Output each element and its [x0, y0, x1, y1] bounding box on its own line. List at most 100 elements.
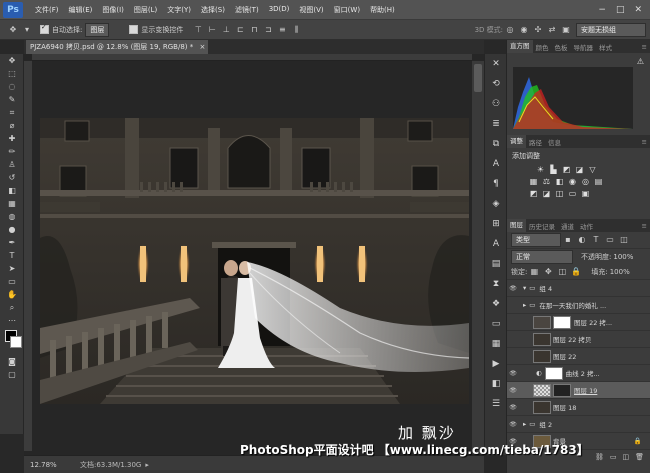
- menu-item-7[interactable]: 3D(D): [264, 5, 295, 15]
- background-color[interactable]: [10, 336, 22, 348]
- posterize-icon[interactable]: ◪: [540, 189, 553, 198]
- dropdown-icon[interactable]: ▾: [22, 25, 32, 35]
- move-tool-icon[interactable]: ✥: [8, 25, 18, 35]
- lasso-tool-icon[interactable]: ◌: [0, 80, 24, 93]
- document-tab[interactable]: PJZA6940 拷贝.psd @ 12.8% (图层 19, RGB/8) *…: [26, 40, 208, 54]
- layers-tab-0[interactable]: 图层: [507, 219, 526, 232]
- libraries-icon[interactable]: ❖: [485, 294, 507, 314]
- lock-position-icon[interactable]: ✥: [543, 267, 553, 277]
- layer-thumbnail[interactable]: [533, 315, 551, 329]
- swatches-icon[interactable]: ▦: [485, 334, 507, 354]
- layers-tab-2[interactable]: 通道: [558, 221, 577, 231]
- layer-mask-thumbnail[interactable]: [553, 315, 571, 329]
- crop-tool-icon[interactable]: ⌗: [0, 106, 24, 119]
- layer-row[interactable]: 👁 ◐ 曲线 2 拷...: [507, 365, 650, 382]
- align-middle-icon[interactable]: ⊢: [207, 25, 217, 35]
- distribute-icon[interactable]: ≡: [277, 25, 287, 35]
- align-top-icon[interactable]: ⊤: [193, 25, 203, 35]
- color-lookup-icon[interactable]: ▤: [592, 177, 605, 186]
- layer-mask-thumbnail[interactable]: [553, 383, 571, 397]
- group-chevron-icon[interactable]: ▸: [523, 301, 526, 309]
- group-chevron-icon[interactable]: ▸: [523, 420, 526, 428]
- vertical-scrollbar[interactable]: [472, 61, 484, 454]
- clone-source-icon[interactable]: ⚇: [485, 94, 507, 114]
- new-group-icon[interactable]: ▭: [610, 453, 617, 461]
- channel-mixer-icon[interactable]: ◎: [579, 177, 592, 186]
- paragraph-icon[interactable]: ¶: [485, 174, 507, 194]
- lock-artboard-icon[interactable]: ◫: [557, 267, 567, 277]
- adjust-tab-1[interactable]: 路径: [526, 137, 545, 147]
- vibrance-icon[interactable]: ▽: [586, 165, 599, 174]
- properties-icon[interactable]: ▤: [485, 254, 507, 274]
- adjust-tab-0[interactable]: 调整: [507, 135, 526, 148]
- measurement-icon[interactable]: ⊞: [485, 214, 507, 234]
- eyedropper-tool-icon[interactable]: ⌀: [0, 119, 24, 132]
- histogram-tab-1[interactable]: 颜色: [533, 42, 552, 52]
- menu-item-2[interactable]: 图像(I): [97, 5, 129, 15]
- layer-thumbnail[interactable]: [533, 383, 551, 397]
- filter-type-icon[interactable]: T: [591, 235, 601, 245]
- shape-tool-icon[interactable]: ▭: [0, 275, 24, 288]
- eraser-tool-icon[interactable]: ◧: [0, 184, 24, 197]
- layer-filter-dropdown[interactable]: 类型: [511, 233, 561, 247]
- menu-item-9[interactable]: 窗口(W): [329, 5, 365, 15]
- layers-tab-1[interactable]: 历史记录: [526, 221, 558, 231]
- document-close-icon[interactable]: ×: [200, 43, 206, 51]
- timeline-icon[interactable]: ⧗: [485, 274, 507, 294]
- brush-settings-icon[interactable]: ≣: [485, 114, 507, 134]
- blend-mode-dropdown[interactable]: 正常: [511, 249, 573, 264]
- hand-tool-icon[interactable]: ✋: [0, 288, 24, 301]
- path-select-tool-icon[interactable]: ➤: [0, 262, 24, 275]
- warning-icon[interactable]: ⚠: [637, 57, 644, 66]
- clone-stamp-tool-icon[interactable]: ♙: [0, 158, 24, 171]
- align-center-icon[interactable]: ⊓: [249, 25, 259, 35]
- adjust-menu-icon[interactable]: ≡: [639, 138, 650, 146]
- delete-layer-icon[interactable]: 🗑: [635, 453, 644, 461]
- fill-value[interactable]: 100%: [610, 268, 630, 276]
- marquee-tool-icon[interactable]: ⬚: [0, 67, 24, 80]
- menu-item-8[interactable]: 视图(V): [294, 5, 328, 15]
- quick-select-tool-icon[interactable]: ✎: [0, 93, 24, 106]
- lock-pixels-icon[interactable]: ▦: [529, 267, 539, 277]
- opacity-value[interactable]: 100%: [613, 253, 633, 261]
- histogram-menu-icon[interactable]: ≡: [639, 43, 650, 51]
- photo-filter-icon[interactable]: ◉: [566, 177, 579, 186]
- menu-item-1[interactable]: 编辑(E): [64, 5, 98, 15]
- paths-icon[interactable]: ☰: [485, 394, 507, 414]
- quick-mask-icon[interactable]: ◙: [0, 355, 24, 368]
- eye-icon[interactable]: 👁: [507, 387, 519, 394]
- layer-thumbnail[interactable]: [533, 349, 551, 363]
- layer-thumbnail[interactable]: [533, 400, 551, 414]
- document-size[interactable]: 文档:63.3M/1.30G: [80, 460, 141, 470]
- close-button[interactable]: ✕: [634, 5, 642, 15]
- layer-thumbnail[interactable]: [533, 332, 551, 346]
- notes-icon[interactable]: ▭: [485, 314, 507, 334]
- type-tool-icon[interactable]: T: [0, 249, 24, 262]
- tool-presets-icon[interactable]: ⧉: [485, 134, 507, 154]
- auto-select-checkbox[interactable]: [40, 23, 49, 34]
- histogram-tab-4[interactable]: 样式: [596, 42, 615, 52]
- blur-tool-icon[interactable]: ◍: [0, 210, 24, 223]
- layer-row[interactable]: 图层 22 拷...: [507, 314, 650, 331]
- distribute-h-icon[interactable]: ⫼: [291, 25, 301, 35]
- history-brush-icon[interactable]: ⟲: [485, 74, 507, 94]
- history-brush-tool-icon[interactable]: ↺: [0, 171, 24, 184]
- 3d-pan-icon[interactable]: ✣: [533, 25, 543, 35]
- auto-select-dropdown[interactable]: 图层: [85, 22, 110, 37]
- threshold-icon[interactable]: ◫: [553, 189, 566, 198]
- document-image[interactable]: [40, 118, 469, 404]
- pen-tool-icon[interactable]: ✒: [0, 236, 24, 249]
- eye-icon[interactable]: 👁: [507, 370, 519, 377]
- workspace-dropdown[interactable]: 安题无损组: [576, 22, 646, 37]
- layer-row[interactable]: ▸ ▭ 在那一天我们的婚礼 ...: [507, 297, 650, 314]
- invert-icon[interactable]: ◩: [527, 189, 540, 198]
- layers-menu-icon[interactable]: ≡: [639, 222, 650, 230]
- 3d-rotate-icon[interactable]: ◎: [505, 25, 515, 35]
- align-right-icon[interactable]: ⊐: [263, 25, 273, 35]
- filter-smart-icon[interactable]: ◫: [619, 235, 629, 245]
- 3d-roll-icon[interactable]: ◉: [519, 25, 529, 35]
- gradient-map-icon[interactable]: ▭: [566, 189, 579, 198]
- histogram-tab-0[interactable]: 直方图: [507, 40, 533, 53]
- scrollbar-thumb[interactable]: [474, 64, 482, 92]
- hue-saturation-icon[interactable]: ▦: [527, 177, 540, 186]
